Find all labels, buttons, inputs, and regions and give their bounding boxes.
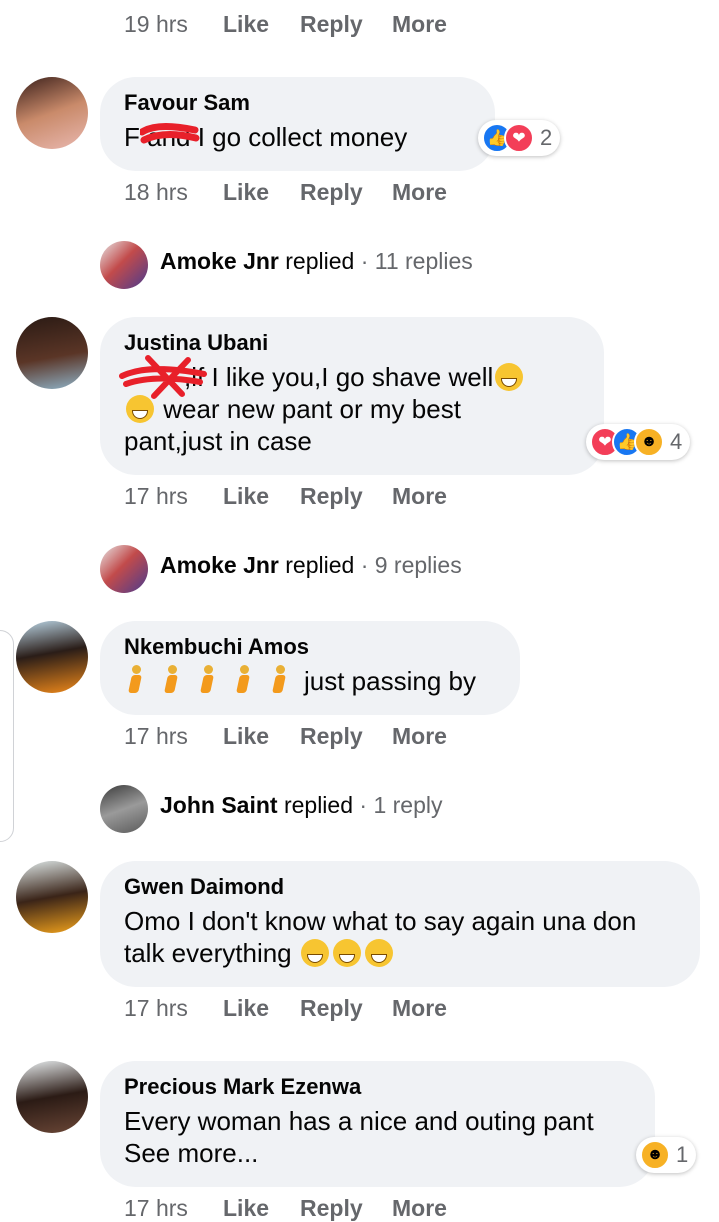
- reply-button[interactable]: Reply: [300, 723, 363, 750]
- more-button[interactable]: More: [392, 995, 447, 1022]
- reply-verb: replied: [283, 792, 353, 818]
- reply-button[interactable]: Reply: [300, 995, 363, 1022]
- more-button[interactable]: More: [392, 483, 447, 510]
- more-button[interactable]: More: [392, 179, 447, 206]
- avatar[interactable]: [100, 545, 148, 593]
- comment-text-line: ,if I like you,I go shave well: [184, 362, 494, 392]
- reply-count: · 1 reply: [359, 792, 443, 818]
- haha-reaction-icon: ☻: [634, 427, 664, 457]
- reply-button[interactable]: Reply: [300, 179, 363, 206]
- reply-button[interactable]: Reply: [300, 11, 363, 38]
- more-button[interactable]: More: [392, 1195, 447, 1222]
- comment-time[interactable]: 18 hrs: [124, 179, 188, 206]
- reaction-summary[interactable]: ❤ 👍 ☻ 4: [586, 424, 691, 460]
- comment-author[interactable]: Favour Sam: [124, 89, 471, 117]
- reaction-summary[interactable]: 👍 ❤ 2: [478, 120, 561, 156]
- like-button[interactable]: Like: [223, 483, 269, 510]
- comment-text: Every woman has a nice and outing pant S…: [124, 1105, 631, 1169]
- comment-text-line: Omo I don't know what to say again una d…: [124, 906, 637, 936]
- avatar[interactable]: [16, 621, 88, 693]
- reaction-count: 4: [670, 429, 683, 454]
- comment-time[interactable]: 17 hrs: [124, 995, 188, 1022]
- more-button[interactable]: More: [392, 11, 447, 38]
- person-walking-emoji-icon: [160, 665, 184, 695]
- reply-verb: replied: [285, 552, 355, 578]
- comment-text-line: talk everything: [124, 938, 292, 968]
- comment-text: Omo I don't know what to say again una d…: [124, 905, 676, 969]
- redaction-scribble: [140, 123, 200, 144]
- person-walking-emoji-icon: [232, 665, 256, 695]
- person-walking-emoji-icon: [268, 665, 292, 695]
- reply-count: · 9 replies: [360, 552, 462, 578]
- like-button[interactable]: Like: [223, 995, 269, 1022]
- comment-bubble[interactable]: Precious Mark Ezenwa Every woman has a n…: [100, 1061, 655, 1187]
- like-button[interactable]: Like: [223, 1195, 269, 1222]
- view-replies-link[interactable]: Amoke Jnr replied · 11 replies: [160, 248, 473, 275]
- persevere-emoji-icon: [364, 939, 393, 967]
- redaction-scribble: [119, 355, 207, 399]
- comment-time[interactable]: 17 hrs: [124, 483, 188, 510]
- avatar[interactable]: [16, 317, 88, 389]
- comment-text-line: Every woman has a nice and outing pant: [124, 1106, 594, 1136]
- comment-author[interactable]: Justina Ubani: [124, 329, 580, 357]
- grin-emoji-icon: [495, 363, 524, 391]
- person-walking-emoji-icon: [124, 665, 148, 695]
- comment-text-line: just passing by: [304, 666, 476, 696]
- avatar[interactable]: [16, 861, 88, 933]
- persevere-emoji-icon: [300, 939, 329, 967]
- comment-author[interactable]: Gwen Daimond: [124, 873, 676, 901]
- more-button[interactable]: More: [392, 723, 447, 750]
- avatar[interactable]: [100, 785, 148, 833]
- person-walking-emoji-icon: [196, 665, 220, 695]
- persevere-emoji-icon: [332, 939, 361, 967]
- comment-author[interactable]: Nkembuchi Amos: [124, 633, 496, 661]
- haha-reaction-icon: ☻: [640, 1140, 670, 1170]
- reaction-count: 2: [540, 125, 553, 150]
- reaction-count: 1: [676, 1142, 689, 1167]
- comment-bubble[interactable]: Gwen Daimond Omo I don't know what to sa…: [100, 861, 700, 987]
- reply-author: Amoke Jnr: [160, 552, 279, 578]
- side-panel-edge: [0, 630, 14, 842]
- reply-verb: replied: [285, 248, 355, 274]
- reply-button[interactable]: Reply: [300, 1195, 363, 1222]
- love-reaction-icon: ❤: [504, 123, 534, 153]
- reaction-summary[interactable]: ☻ 1: [636, 1137, 697, 1173]
- avatar[interactable]: [100, 241, 148, 289]
- comment-text-line: pant,just in case: [124, 426, 312, 456]
- comment-time[interactable]: 17 hrs: [124, 1195, 188, 1222]
- see-more-link[interactable]: See more...: [124, 1138, 258, 1168]
- comment-text: just passing by: [124, 665, 496, 697]
- reply-author: Amoke Jnr: [160, 248, 279, 274]
- comment-time[interactable]: 17 hrs: [124, 723, 188, 750]
- view-replies-link[interactable]: John Saint replied · 1 reply: [160, 792, 442, 819]
- like-button[interactable]: Like: [223, 723, 269, 750]
- comment-author[interactable]: Precious Mark Ezenwa: [124, 1073, 631, 1101]
- reply-author: John Saint: [160, 792, 278, 818]
- avatar[interactable]: [16, 77, 88, 149]
- comment-bubble[interactable]: Nkembuchi Amos just passing by: [100, 621, 520, 715]
- view-replies-link[interactable]: Amoke Jnr replied · 9 replies: [160, 552, 462, 579]
- like-button[interactable]: Like: [223, 11, 269, 38]
- reply-count: · 11 replies: [360, 248, 473, 274]
- avatar[interactable]: [16, 1061, 88, 1133]
- like-button[interactable]: Like: [223, 179, 269, 206]
- reply-button[interactable]: Reply: [300, 483, 363, 510]
- comment-time[interactable]: 19 hrs: [124, 11, 188, 38]
